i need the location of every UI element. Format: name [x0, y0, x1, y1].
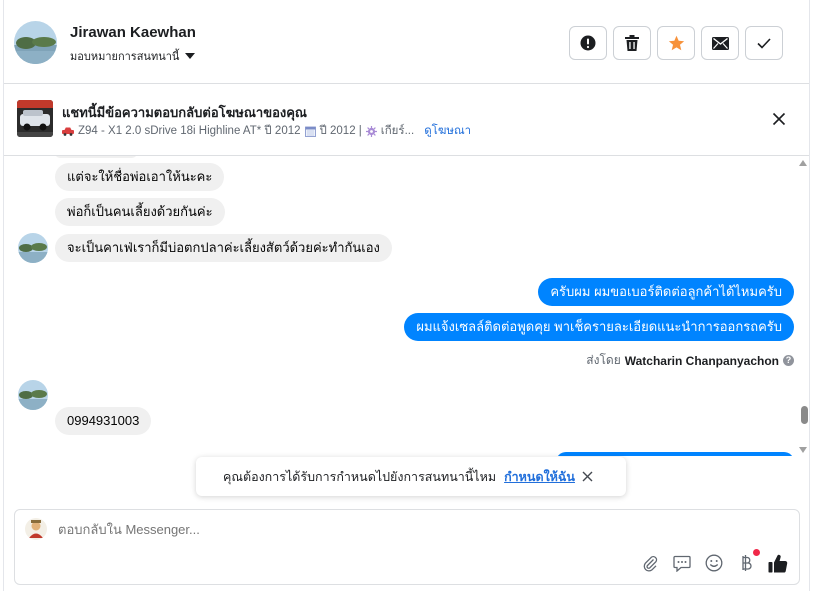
info-icon[interactable]: ?: [783, 355, 794, 366]
scroll-down-arrow[interactable]: [799, 447, 807, 453]
toast-text: คุณต้องการได้รับการกำหนดไปยังการสนทนานี้…: [223, 469, 497, 484]
trash-icon: [625, 35, 639, 51]
car-icon: [62, 127, 74, 136]
message-thread[interactable]: แต่จะให้ชื่อพ่อเอาให้นะคะ พ่อก็เป็นคนเลี…: [4, 156, 795, 456]
envelope-icon: [711, 36, 729, 50]
delete-button[interactable]: [613, 26, 651, 60]
reply-composer: [14, 509, 800, 585]
frame-border-right: [809, 0, 810, 591]
ad-thumbnail[interactable]: [17, 100, 53, 137]
message-bubble-partial: [55, 156, 137, 158]
outgoing-message-partial: [556, 452, 794, 456]
assign-to-me-link[interactable]: กำหนดให้ฉัน: [504, 467, 575, 487]
ad-model: Z94 - X1 2.0 sDrive 18i Highline AT* ปี …: [78, 125, 301, 137]
incoming-message[interactable]: 0994931003: [55, 407, 152, 435]
contact-avatar-small[interactable]: [18, 380, 48, 410]
notification-dot: [753, 549, 760, 556]
assign-conversation-dropdown[interactable]: มอบหมายการสนทนานี้: [70, 47, 196, 65]
page-avatar: [25, 518, 47, 540]
quick-reply-icon: [673, 555, 691, 572]
contact-avatar-small[interactable]: [18, 233, 48, 263]
outgoing-message[interactable]: ผมแจ้งเซลล์ติดต่อพูดคุย พาเช็ครายละเอียด…: [404, 313, 794, 341]
assign-label: มอบหมายการสนทนานี้: [70, 51, 180, 63]
contact-avatar[interactable]: [14, 21, 57, 64]
close-banner-button[interactable]: [769, 109, 789, 129]
sender-name: Watcharin Chanpanyachon: [624, 353, 779, 368]
conversation-header: Jirawan Kaewhan มอบหมายการสนทนานี้: [4, 0, 809, 84]
emoji-icon: [705, 554, 723, 572]
sent-by-prefix: ส่งโดย: [586, 353, 621, 367]
mark-unread-button[interactable]: [701, 26, 739, 60]
ad-gear: เกียร์...: [380, 125, 415, 137]
toast-close-button[interactable]: [581, 470, 594, 483]
like-button[interactable]: [767, 552, 789, 574]
payment-button[interactable]: [735, 549, 760, 574]
incoming-message[interactable]: แต่จะให้ชื่อพ่อเอาให้นะคะ: [55, 163, 225, 191]
assign-toast: คุณต้องการได้รับการกำหนดไปยังการสนทนานี้…: [196, 457, 626, 496]
incoming-message[interactable]: พ่อก็เป็นคนเลี้ยงด้วยกันค่ะ: [55, 198, 225, 226]
quick-reply-button[interactable]: [671, 552, 693, 574]
sent-by-label: ส่งโดย Watcharin Chanpanyachon ?: [586, 351, 794, 370]
star-icon: [668, 35, 684, 51]
close-icon: [582, 471, 593, 482]
thumbs-up-icon: [768, 554, 788, 572]
baht-icon: [742, 555, 752, 571]
calendar-icon: [304, 126, 316, 137]
mark-done-button[interactable]: [745, 26, 783, 60]
report-button[interactable]: [569, 26, 607, 60]
scrollbar-thumb[interactable]: [801, 406, 808, 424]
scroll-up-arrow[interactable]: [799, 160, 807, 166]
paperclip-icon: [643, 555, 658, 572]
check-icon: [757, 37, 771, 49]
close-icon: [772, 112, 786, 126]
star-button[interactable]: [657, 26, 695, 60]
outgoing-message[interactable]: ครับผม ผมขอเบอร์ติดต่อลูกค้าได้ไหมครับ: [538, 278, 794, 306]
ad-description: Z94 - X1 2.0 sDrive 18i Highline AT* ปี …: [62, 122, 471, 140]
ad-year: ปี 2012 |: [319, 125, 362, 137]
incoming-message[interactable]: จะเป็นคาเฟ่เราก็มีบ่อตกปลาค่ะเลี้ยงสัตว์…: [55, 234, 392, 262]
contact-name[interactable]: Jirawan Kaewhan: [70, 24, 196, 41]
gear-icon: [365, 125, 377, 137]
ad-banner-title: แชทนี้มีข้อความตอบกลับต่อโฆษณาของคุณ: [62, 105, 307, 120]
view-ad-link[interactable]: ดูโฆษณา: [424, 122, 471, 140]
report-icon: [580, 35, 596, 51]
reply-input[interactable]: [58, 522, 658, 537]
caret-down-icon: [185, 53, 196, 59]
attach-button[interactable]: [639, 552, 661, 574]
emoji-button[interactable]: [703, 552, 725, 574]
ad-reply-banner: แชทนี้มีข้อความตอบกลับต่อโฆษณาของคุณ Z94…: [4, 85, 809, 156]
